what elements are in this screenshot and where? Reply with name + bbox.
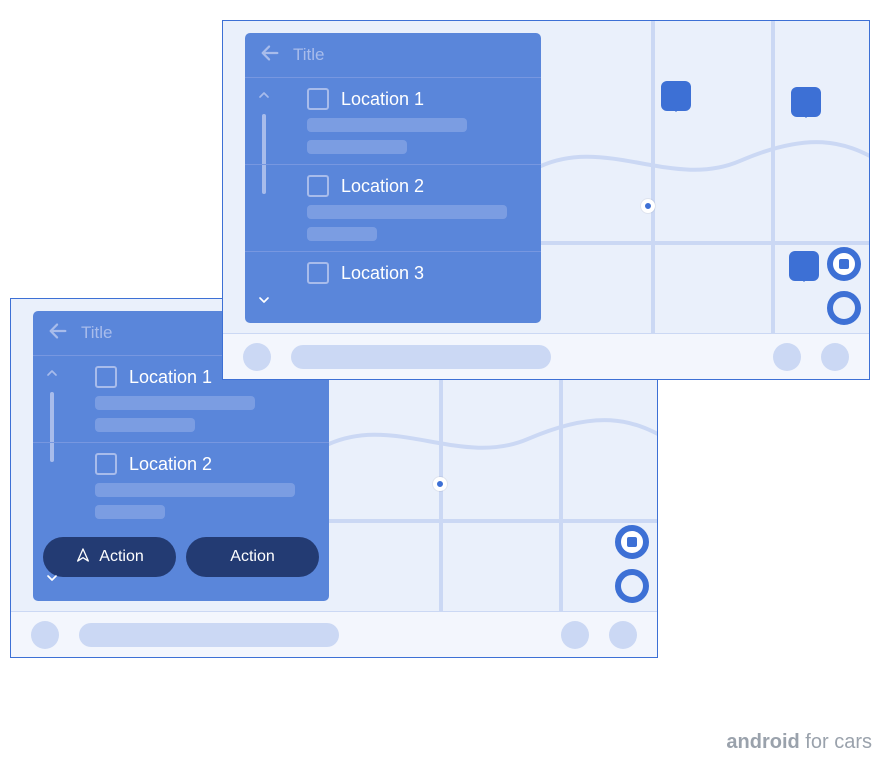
fab-recenter-button[interactable] [615, 569, 649, 603]
bottom-nav-bar [11, 611, 657, 657]
list-item-label: Location 2 [341, 176, 424, 197]
list-item-label: Location 2 [129, 454, 212, 475]
list-item[interactable]: Location 3 [245, 251, 541, 294]
side-panel: Title Location 1 [245, 33, 541, 323]
chevron-down-icon[interactable] [256, 292, 272, 313]
current-location-dot-icon [641, 199, 655, 213]
checkbox-icon[interactable] [95, 453, 117, 475]
watermark-suffix: for cars [800, 731, 872, 753]
checkbox-icon[interactable] [307, 88, 329, 110]
mockup-list-only: Title Location 1 [222, 20, 870, 380]
list-item-label: Location 1 [129, 367, 212, 388]
nav-pill[interactable] [79, 623, 339, 647]
back-arrow-icon[interactable] [47, 320, 69, 347]
list-item[interactable]: Location 1 [245, 77, 541, 164]
placeholder-line [95, 396, 255, 410]
panel-title: Title [293, 45, 325, 65]
navigation-icon [75, 547, 91, 568]
current-location-dot-icon [433, 477, 447, 491]
panel-title: Title [81, 323, 113, 343]
nav-status-icon[interactable] [561, 621, 589, 649]
nav-status-icon[interactable] [773, 343, 801, 371]
watermark: android for cars [726, 731, 872, 754]
nav-status-icon[interactable] [821, 343, 849, 371]
nav-status-icon[interactable] [609, 621, 637, 649]
placeholder-line [307, 118, 467, 132]
list-item-label: Location 1 [341, 89, 424, 110]
placeholder-line [307, 205, 507, 219]
nav-app-icon[interactable] [31, 621, 59, 649]
checkbox-icon[interactable] [95, 366, 117, 388]
map-surface[interactable] [541, 21, 869, 333]
chevron-down-icon[interactable] [44, 570, 60, 591]
bottom-nav-bar [223, 333, 869, 379]
map-pin-icon[interactable] [791, 87, 821, 117]
placeholder-line [95, 505, 165, 519]
fab-stop-button[interactable] [615, 525, 649, 559]
map-pin-icon[interactable] [661, 81, 691, 111]
action-button-label: Action [99, 548, 143, 566]
back-arrow-icon[interactable] [259, 42, 281, 69]
list-item[interactable]: Location 2 [245, 164, 541, 251]
action-button-secondary[interactable]: Action [186, 537, 319, 577]
placeholder-line [307, 140, 407, 154]
map-pin-icon[interactable] [789, 251, 819, 281]
fab-stop-button[interactable] [827, 247, 861, 281]
checkbox-icon[interactable] [307, 175, 329, 197]
placeholder-line [95, 418, 195, 432]
nav-app-icon[interactable] [243, 343, 271, 371]
nav-pill[interactable] [291, 345, 551, 369]
placeholder-line [95, 483, 295, 497]
watermark-brand: android [726, 731, 799, 753]
list-item-label: Location 3 [341, 263, 424, 284]
action-strip: Action Action [33, 529, 329, 585]
list-item[interactable]: Location 2 [33, 442, 329, 529]
checkbox-icon[interactable] [307, 262, 329, 284]
fab-recenter-button[interactable] [827, 291, 861, 325]
action-button-primary[interactable]: Action [43, 537, 176, 577]
placeholder-line [307, 227, 377, 241]
action-button-label: Action [230, 548, 274, 566]
